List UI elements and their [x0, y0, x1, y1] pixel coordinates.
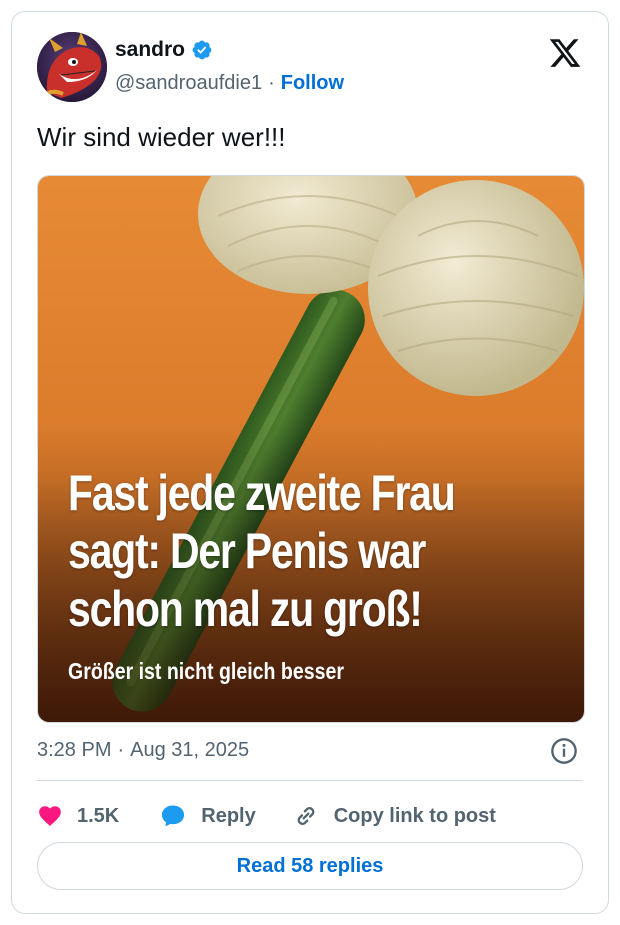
like-button[interactable]: 1.5K: [37, 803, 119, 829]
reply-bubble-icon: [162, 805, 185, 827]
image-subline: Größer ist nicht gleich besser: [68, 658, 344, 684]
tweet-card[interactable]: sandro @sandroaufdie1 · Follow Wir sind …: [11, 11, 609, 914]
headline-line-2: sagt: Der Penis war: [68, 523, 426, 579]
headline-line-1: Fast jede zweite Frau: [68, 465, 456, 521]
reply-label: Reply: [201, 804, 256, 827]
tweet-text: Wir sind wieder wer!!!: [37, 122, 286, 152]
copy-link-button[interactable]: Copy link to post: [292, 802, 496, 830]
verified-badge-icon: [192, 40, 212, 60]
read-replies-button[interactable]: Read 58 replies: [37, 842, 583, 890]
separator-dot: ·: [117, 739, 125, 761]
tweet-timestamp[interactable]: 3:28 PM · Aug 31, 2025: [37, 739, 249, 762]
heart-icon: [39, 806, 61, 826]
user-handle[interactable]: @sandroaufdie1: [115, 72, 262, 95]
reply-button[interactable]: Reply: [159, 802, 256, 830]
headline-line-3: schon mal zu groß!: [68, 581, 423, 637]
x-logo-icon[interactable]: [548, 36, 582, 70]
tweet-image[interactable]: Fast jede zweite Frau sagt: Der Penis wa…: [37, 175, 585, 723]
info-icon[interactable]: [550, 737, 578, 765]
follow-link[interactable]: Follow: [281, 72, 344, 95]
action-bar: 1.5K Reply Copy link to post: [37, 796, 496, 836]
copy-link-label: Copy link to post: [333, 804, 496, 827]
display-name[interactable]: sandro: [115, 38, 185, 62]
read-replies-label: Read 58 replies: [236, 854, 384, 877]
avatar[interactable]: [37, 32, 107, 102]
tweet-date: Aug 31, 2025: [130, 739, 250, 761]
like-count: 1.5K: [77, 804, 120, 827]
tweet-time: 3:28 PM: [37, 739, 112, 761]
separator-dot: ·: [268, 72, 275, 94]
image-headline: Fast jede zweite Frau sagt: Der Penis wa…: [68, 464, 478, 638]
link-icon: [297, 807, 315, 825]
divider: [37, 780, 583, 781]
